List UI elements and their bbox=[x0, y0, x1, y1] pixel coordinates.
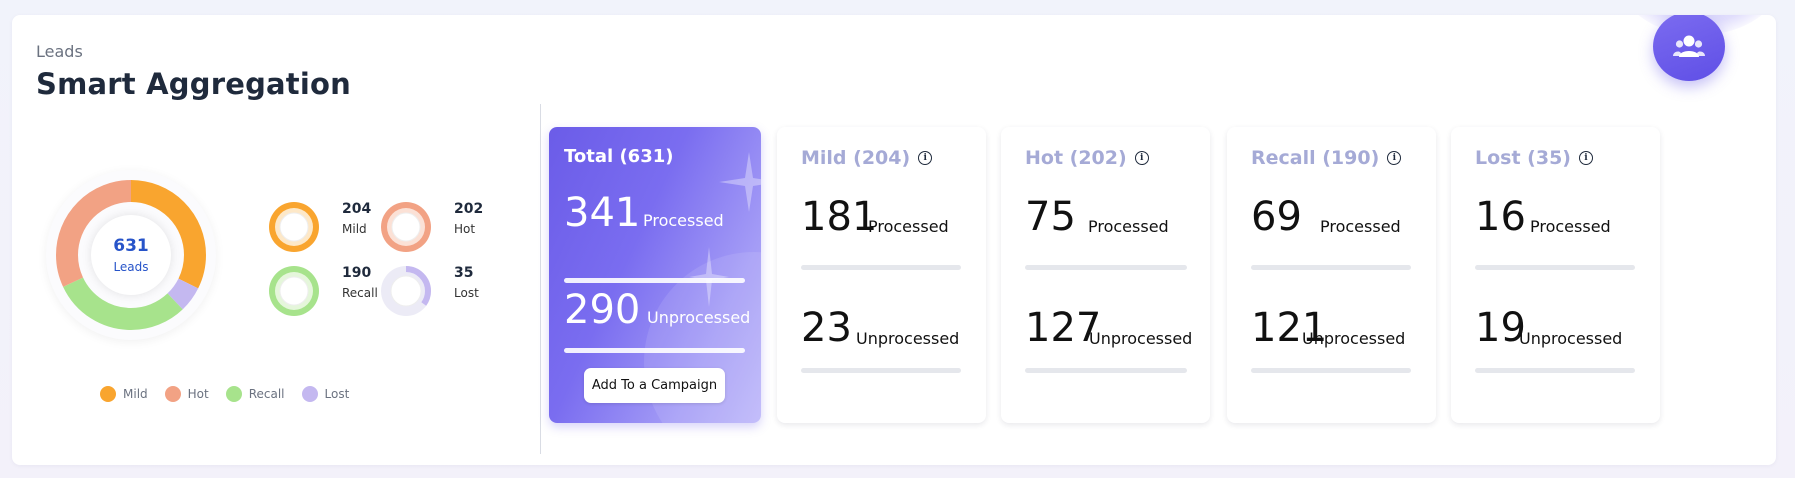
recall-count: 190 bbox=[342, 265, 372, 281]
unprocessed-bar bbox=[1475, 368, 1635, 373]
total-processed-label: Processed bbox=[643, 211, 724, 230]
processed-value: 75 bbox=[1025, 194, 1076, 240]
sparkle-icon bbox=[689, 247, 729, 307]
recall-dot-icon bbox=[225, 386, 242, 402]
lost-card-title: Lost (35) i bbox=[1475, 147, 1593, 169]
total-processed-bar bbox=[564, 278, 745, 283]
card-title-text: Recall (190) bbox=[1251, 147, 1380, 169]
unprocessed-label: Unprocessed bbox=[1302, 329, 1406, 348]
card-title-text: Hot (202) bbox=[1025, 147, 1127, 169]
mild-count: 204 bbox=[342, 201, 372, 217]
total-processed-value: 341 bbox=[564, 190, 641, 236]
mild-card-title: Mild (204) i bbox=[801, 147, 933, 169]
leads-panel: Leads Smart Aggregation 631 Leads 204 Mi… bbox=[12, 15, 1776, 465]
card-title-text: Mild (204) bbox=[801, 147, 911, 169]
hot-ring-icon bbox=[381, 202, 431, 252]
total-unprocessed-bar bbox=[564, 348, 745, 353]
info-icon[interactable]: i bbox=[918, 151, 933, 165]
legend-item-recall: Recall bbox=[225, 386, 285, 402]
users-group-icon bbox=[1673, 35, 1705, 57]
total-unprocessed-label: Unprocessed bbox=[647, 308, 751, 327]
processed-bar bbox=[1025, 265, 1187, 270]
mild-card[interactable]: Mild (204) i 181 Processed 23 Unprocesse… bbox=[777, 127, 986, 423]
unprocessed-bar bbox=[1251, 368, 1411, 373]
processed-bar bbox=[801, 265, 961, 270]
section-divider bbox=[540, 104, 541, 454]
team-fab-button[interactable] bbox=[1653, 15, 1725, 81]
processed-label: Processed bbox=[1530, 217, 1611, 236]
processed-label: Processed bbox=[1088, 217, 1169, 236]
legend-label: Hot bbox=[187, 387, 209, 401]
mild-ring-icon bbox=[269, 202, 319, 252]
section-eyebrow: Leads bbox=[36, 42, 83, 61]
legend-item-mild: Mild bbox=[100, 386, 148, 402]
hot-dot-icon bbox=[164, 386, 181, 402]
total-card[interactable]: Total (631) 341 Processed 290 Unprocesse… bbox=[549, 127, 761, 423]
mild-dot-icon bbox=[100, 386, 116, 402]
info-icon[interactable]: i bbox=[1134, 151, 1149, 165]
hot-card[interactable]: Hot (202) i 75 Processed 127 Unprocessed bbox=[1001, 127, 1210, 423]
legend-item-hot: Hot bbox=[164, 386, 209, 402]
lost-dot-icon bbox=[301, 386, 318, 402]
processed-value: 69 bbox=[1251, 194, 1302, 240]
total-card-title: Total (631) bbox=[564, 146, 674, 167]
donut-total: 631 bbox=[113, 236, 149, 256]
recall-ring-icon bbox=[269, 266, 319, 316]
donut-total-label: Leads bbox=[113, 260, 149, 274]
processed-label: Processed bbox=[868, 217, 949, 236]
info-icon[interactable]: i bbox=[1578, 151, 1593, 165]
info-icon[interactable]: i bbox=[1387, 151, 1402, 165]
unprocessed-bar bbox=[1025, 368, 1187, 373]
lost-card[interactable]: Lost (35) i 16 Processed 19 Unprocessed bbox=[1451, 127, 1660, 423]
processed-value: 16 bbox=[1475, 194, 1526, 240]
lost-label: Lost bbox=[454, 286, 479, 300]
donut-legend: Mild Hot Recall Lost bbox=[100, 386, 366, 402]
recall-card-title: Recall (190) i bbox=[1251, 147, 1402, 169]
sparkle-icon bbox=[719, 152, 761, 212]
lost-count: 35 bbox=[454, 265, 474, 281]
legend-item-lost: Lost bbox=[301, 386, 350, 402]
unprocessed-label: Unprocessed bbox=[856, 329, 960, 348]
page-title: Smart Aggregation bbox=[36, 67, 351, 101]
hot-count: 202 bbox=[454, 201, 484, 217]
legend-label: Lost bbox=[324, 387, 350, 401]
donut-center: 631 Leads bbox=[91, 215, 171, 295]
legend-label: Mild bbox=[123, 387, 148, 401]
unprocessed-bar bbox=[801, 368, 961, 373]
lost-ring-icon bbox=[381, 266, 431, 316]
hot-card-title: Hot (202) i bbox=[1025, 147, 1149, 169]
mild-label: Mild bbox=[342, 222, 367, 236]
total-unprocessed-value: 290 bbox=[564, 287, 641, 333]
processed-bar bbox=[1475, 265, 1635, 270]
leads-donut-chart: 631 Leads bbox=[46, 170, 216, 340]
legend-label: Recall bbox=[248, 387, 285, 401]
processed-bar bbox=[1251, 265, 1411, 270]
unprocessed-label: Unprocessed bbox=[1519, 329, 1623, 348]
hot-label: Hot bbox=[454, 222, 476, 236]
processed-value: 181 bbox=[801, 194, 878, 240]
unprocessed-label: Unprocessed bbox=[1089, 329, 1193, 348]
recall-card[interactable]: Recall (190) i 69 Processed 121 Unproces… bbox=[1227, 127, 1436, 423]
card-title-text: Lost (35) bbox=[1475, 147, 1571, 169]
unprocessed-value: 23 bbox=[801, 305, 852, 351]
recall-label: Recall bbox=[342, 286, 378, 300]
processed-label: Processed bbox=[1320, 217, 1401, 236]
add-to-campaign-button[interactable]: Add To a Campaign bbox=[584, 368, 725, 403]
